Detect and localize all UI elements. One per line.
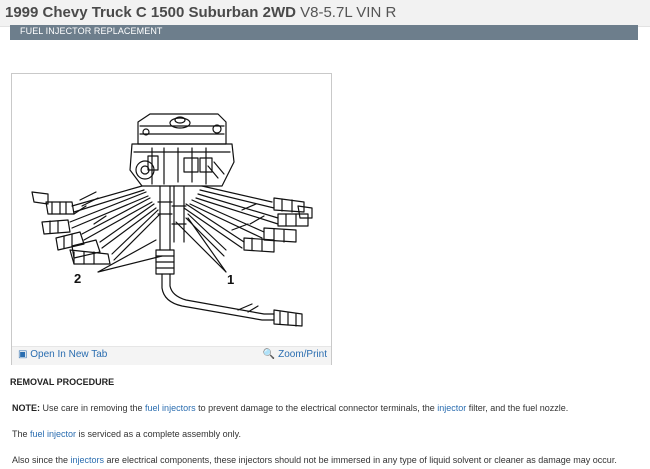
injector-stem	[159, 185, 185, 251]
figure-panel: 2 1 ▣ Open In New Tab 🔍 Zoom/Print	[11, 73, 332, 365]
open-in-new-tab-icon: ▣	[18, 349, 28, 360]
fuel-injector-diagram[interactable]: 2 1	[12, 74, 331, 346]
caution-text-2: are electrical components, these injecto…	[104, 455, 617, 465]
magnifier-icon: 🔍	[262, 349, 276, 360]
service-text-1: The	[12, 429, 31, 439]
section-bar: FUEL INJECTOR REPLACEMENT	[10, 25, 638, 40]
page-header: 1999 Chevy Truck C 1500 Suburban 2WD V8-…	[0, 0, 650, 27]
page-title: 1999 Chevy Truck C 1500 Suburban 2WD V8-…	[5, 4, 396, 21]
note-text-1: Use care in removing the	[40, 403, 146, 413]
zoom-print-link[interactable]: 🔍 Zoom/Print	[263, 349, 327, 360]
figure-footer: ▣ Open In New Tab 🔍 Zoom/Print	[12, 346, 331, 365]
injectors-link[interactable]: injectors	[71, 455, 105, 465]
note-label: NOTE:	[12, 403, 40, 413]
right-fuel-lines	[183, 185, 313, 257]
section-title: FUEL INJECTOR REPLACEMENT	[20, 26, 163, 36]
vehicle-title: 1999 Chevy Truck C 1500 Suburban 2WD	[5, 4, 296, 21]
callout-2-label: 2	[74, 271, 81, 286]
zoom-print-label: Zoom/Print	[278, 349, 327, 360]
injector-link[interactable]: injector	[437, 403, 466, 413]
fuel-injector-link[interactable]: fuel injector	[30, 429, 76, 439]
lower-fuel-line	[161, 273, 275, 321]
caution-text-1: Also since the	[12, 455, 71, 465]
open-in-new-tab-label: Open In New Tab	[30, 349, 108, 360]
left-fuel-lines	[31, 185, 161, 265]
fuel-injectors-link[interactable]: fuel injectors	[145, 403, 196, 413]
note-text-3: filter, and the fuel nozzle.	[466, 403, 569, 413]
open-in-new-tab-link[interactable]: ▣ Open In New Tab	[18, 349, 107, 360]
procedure-heading: REMOVAL PROCEDURE	[10, 377, 115, 387]
note-paragraph: NOTE: Use care in removing the fuel inje…	[12, 403, 568, 413]
service-text-2: is serviced as a complete assembly only.	[76, 429, 241, 439]
note-text-2: to prevent damage to the electrical conn…	[195, 403, 438, 413]
caution-paragraph: Also since the injectors are electrical …	[12, 455, 617, 465]
service-paragraph: The fuel injector is serviced as a compl…	[12, 429, 241, 439]
injector-housing	[129, 143, 235, 187]
callout-1-label: 1	[227, 272, 234, 287]
engine-title: V8-5.7L VIN R	[300, 4, 397, 21]
